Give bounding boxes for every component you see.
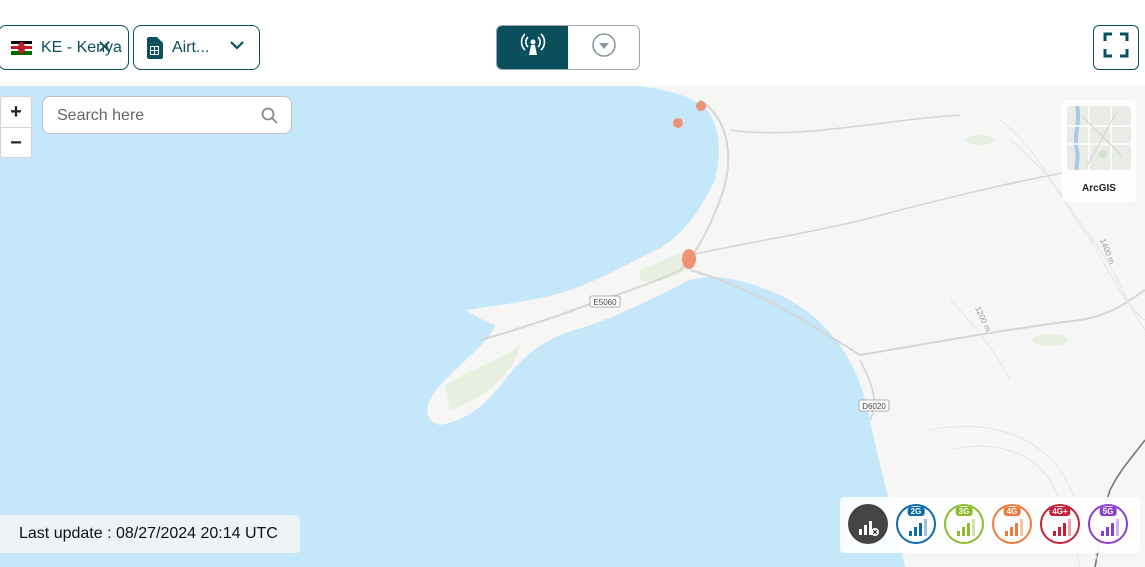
basemap-thumbnail — [1067, 106, 1131, 170]
heart-pin-icon — [591, 32, 617, 63]
search-icon[interactable] — [261, 107, 279, 130]
signal-bars-icon — [1101, 519, 1119, 536]
signal-bars-icon — [909, 519, 927, 536]
kenya-flag-icon — [11, 40, 32, 55]
clear-icon[interactable]: ✕ — [97, 37, 112, 58]
last-update-text: Last update : 08/27/2024 20:14 UTC — [19, 525, 278, 542]
sim-card-icon — [146, 36, 163, 59]
fullscreen-button[interactable] — [1093, 25, 1139, 70]
basemap-switcher[interactable]: ArcGIS — [1062, 100, 1136, 202]
coverage-point — [673, 118, 683, 128]
search-input[interactable] — [55, 105, 259, 127]
svg-text:E5060: E5060 — [593, 298, 617, 307]
antenna-tab[interactable] — [497, 26, 568, 69]
basemap-label: ArcGIS — [1082, 183, 1116, 194]
coverage-point — [682, 249, 696, 269]
zoom-control: + − — [0, 96, 32, 158]
view-toggle[interactable] — [496, 25, 640, 70]
signal-bars-icon — [957, 519, 975, 536]
tech-filter-3g[interactable]: 3G — [944, 504, 984, 544]
technology-filter: 2G 3G 4G 4G+ 5G — [840, 497, 1140, 553]
zoom-out-button[interactable]: − — [1, 128, 31, 158]
search-box — [42, 96, 292, 134]
tech-filter-5g[interactable]: 5G — [1088, 504, 1128, 544]
tech-filter-4g-plus[interactable]: 4G+ — [1040, 504, 1080, 544]
operator-select[interactable]: Airt... — [133, 25, 260, 70]
tech-filter-no-signal[interactable] — [848, 504, 888, 544]
no-signal-icon — [859, 521, 879, 536]
fullscreen-icon — [1103, 32, 1129, 63]
svg-text:D6020: D6020 — [862, 402, 886, 411]
signal-bars-icon — [1053, 519, 1071, 536]
operator-value: Airt... — [172, 38, 210, 56]
tech-filter-4g[interactable]: 4G — [992, 504, 1032, 544]
country-select[interactable]: KE - Kenya ✕ — [0, 25, 129, 70]
signal-bars-icon — [1005, 519, 1023, 536]
tech-filter-2g[interactable]: 2G — [896, 504, 936, 544]
map-canvas[interactable]: E5060 D6020 1400 m 1200 m — [0, 86, 1145, 567]
map-basemap: E5060 D6020 1400 m 1200 m — [427, 86, 1145, 567]
road-label-d6020: D6020 — [858, 399, 890, 412]
coverage-point — [696, 101, 706, 111]
favorites-tab[interactable] — [568, 26, 639, 69]
chevron-down-icon[interactable] — [229, 37, 245, 58]
zoom-in-button[interactable]: + — [1, 97, 31, 128]
road-label-e5060: E5060 — [589, 295, 621, 308]
antenna-icon — [520, 32, 546, 63]
last-update-banner: Last update : 08/27/2024 20:14 UTC — [0, 515, 300, 553]
